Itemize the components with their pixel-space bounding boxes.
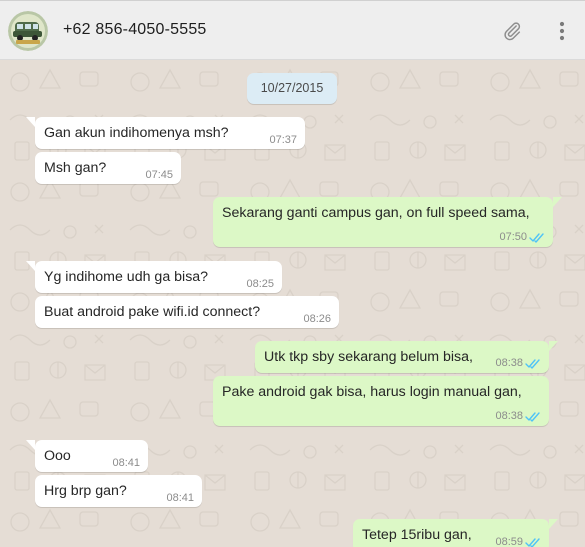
- message-time: 08:41: [112, 457, 140, 469]
- contact-name[interactable]: +62 856-4050-5555: [63, 21, 207, 39]
- message-outgoing[interactable]: Pake android gak bisa, harus login manua…: [213, 376, 549, 426]
- attach-button[interactable]: [500, 19, 524, 43]
- message-time: 08:59: [495, 536, 523, 547]
- message-incoming[interactable]: Hrg brp gan? 08:41: [35, 475, 202, 507]
- message-time: 07:50: [499, 231, 527, 243]
- read-ticks-icon: [525, 412, 540, 422]
- van-avatar-icon: [8, 11, 48, 51]
- message-time: 08:26: [303, 313, 331, 325]
- message-incoming[interactable]: Yg indihome udh ga bisa? 08:25: [26, 261, 282, 293]
- message-incoming[interactable]: Ooo 08:41: [26, 440, 148, 472]
- bubble-tail: [549, 341, 558, 351]
- bubble-tail: [26, 440, 35, 450]
- message-time: 07:37: [269, 134, 297, 146]
- message-text: Utk tkp sby sekarang belum bisa,: [264, 349, 473, 365]
- message-outgoing[interactable]: Sekarang ganti campus gan, on full speed…: [213, 197, 562, 247]
- message-outgoing[interactable]: Tetep 15ribu gan, 08:59: [353, 519, 558, 547]
- menu-button[interactable]: [550, 19, 574, 43]
- message-time: 08:25: [246, 278, 274, 290]
- message-outgoing[interactable]: Utk tkp sby sekarang belum bisa, 08:38: [255, 341, 558, 373]
- message-time: 08:41: [166, 492, 194, 504]
- paperclip-icon: [504, 22, 521, 41]
- message-time: 08:38: [495, 357, 523, 369]
- bubble-tail: [549, 519, 558, 529]
- date-divider: 10/27/2015: [247, 73, 337, 104]
- message-text: Pake android gak bisa, harus login manua…: [222, 384, 522, 400]
- message-incoming[interactable]: Gan akun indihomenya msh? 07:37: [26, 117, 305, 149]
- message-text: Buat android pake wifi.id connect?: [44, 304, 261, 320]
- message-time: 07:45: [145, 169, 173, 181]
- message-text: Ooo: [44, 448, 71, 464]
- read-ticks-icon: [525, 359, 540, 369]
- bubble-tail: [26, 117, 35, 127]
- chat-header: +62 856-4050-5555: [0, 0, 585, 60]
- read-ticks-icon: [529, 233, 544, 243]
- message-text: Tetep 15ribu gan,: [362, 527, 472, 543]
- message-incoming[interactable]: Buat android pake wifi.id connect? 08:26: [35, 296, 339, 328]
- message-incoming[interactable]: Msh gan? 07:45: [35, 152, 181, 184]
- bubble-tail: [26, 261, 35, 271]
- message-text: Gan akun indihomenya msh?: [44, 125, 229, 141]
- message-text: Msh gan?: [44, 160, 107, 176]
- message-time: 08:38: [495, 410, 523, 422]
- message-text: Hrg brp gan?: [44, 483, 127, 499]
- read-ticks-icon: [525, 538, 540, 547]
- message-text: Yg indihome udh ga bisa?: [44, 269, 209, 285]
- bubble-tail: [553, 197, 562, 207]
- kebab-menu-icon: [559, 21, 565, 41]
- contact-avatar[interactable]: [8, 11, 48, 51]
- message-text: Sekarang ganti campus gan, on full speed…: [222, 205, 530, 221]
- chat-area[interactable]: 10/27/2015 Gan akun indihomenya msh? 07:…: [0, 60, 585, 547]
